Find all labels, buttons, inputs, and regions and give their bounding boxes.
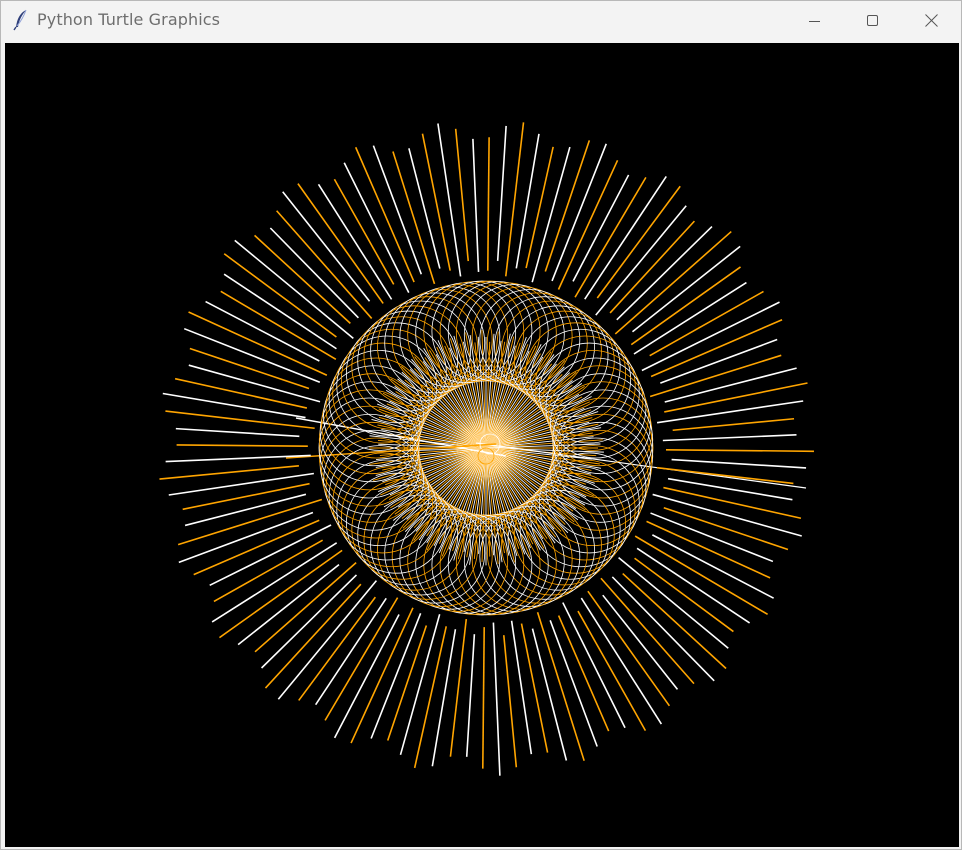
pen-stroke bbox=[481, 627, 486, 769]
pen-stroke bbox=[472, 138, 480, 273]
pen-stroke bbox=[646, 520, 771, 579]
pen-stroke bbox=[510, 620, 533, 755]
pen-stroke bbox=[454, 128, 470, 262]
pen-stroke bbox=[525, 146, 554, 269]
close-icon bbox=[924, 14, 938, 27]
pen-stroke bbox=[354, 146, 415, 283]
pen-stroke bbox=[421, 133, 451, 271]
pen-stroke bbox=[254, 234, 351, 324]
pen-stroke bbox=[562, 602, 626, 729]
pen-stroke bbox=[183, 327, 321, 384]
pen-stroke bbox=[544, 140, 591, 272]
pen-stroke bbox=[600, 577, 695, 685]
pen-stroke bbox=[298, 596, 377, 701]
pen-stroke bbox=[277, 580, 378, 700]
maximize-button[interactable] bbox=[844, 1, 902, 40]
pen-stroke bbox=[584, 175, 667, 300]
pen-stroke bbox=[370, 613, 422, 739]
turtle-canvas[interactable] bbox=[5, 43, 959, 847]
pen-stroke bbox=[165, 410, 315, 430]
minimize-button[interactable] bbox=[786, 1, 844, 40]
turtle-drawing bbox=[159, 122, 814, 776]
pen-circle bbox=[551, 381, 653, 483]
pen-stroke bbox=[664, 382, 808, 413]
pen-stroke bbox=[557, 159, 619, 290]
pen-stroke bbox=[611, 576, 715, 682]
pen-circle bbox=[551, 413, 653, 515]
pen-stroke bbox=[671, 458, 807, 469]
pen-stroke bbox=[176, 444, 308, 448]
title-bar[interactable]: Python Turtle Graphics bbox=[1, 1, 961, 40]
pen-stroke bbox=[269, 227, 359, 319]
pen-stroke bbox=[504, 122, 525, 277]
pen-stroke bbox=[175, 427, 300, 438]
pen-stroke bbox=[492, 622, 501, 776]
pen-stroke bbox=[650, 318, 783, 378]
pen-stroke bbox=[350, 607, 414, 744]
window-title: Python Turtle Graphics bbox=[37, 10, 221, 29]
pen-stroke bbox=[496, 125, 507, 261]
pen-stroke bbox=[205, 300, 320, 362]
pen-stroke bbox=[580, 597, 663, 725]
pen-stroke bbox=[343, 162, 410, 293]
pen-stroke bbox=[650, 512, 774, 563]
pen-stroke bbox=[449, 618, 468, 757]
pen-stroke bbox=[662, 434, 797, 442]
maximize-icon bbox=[867, 14, 878, 26]
pen-stroke bbox=[665, 448, 814, 453]
turtle-window: Python Turtle Graphics bbox=[0, 0, 962, 850]
pen-stroke bbox=[159, 464, 299, 480]
pen-stroke bbox=[520, 623, 549, 753]
pen-stroke bbox=[188, 311, 328, 376]
pen-stroke bbox=[465, 634, 476, 757]
pen-stroke bbox=[595, 205, 687, 316]
pen-stroke bbox=[636, 547, 751, 624]
pen-stroke bbox=[649, 354, 782, 398]
pen-stroke bbox=[652, 534, 774, 599]
pen-stroke bbox=[486, 137, 490, 271]
pen-stroke bbox=[182, 482, 310, 511]
pen-stroke bbox=[577, 610, 647, 731]
pen-stroke bbox=[209, 524, 332, 587]
pen-stroke bbox=[672, 417, 795, 432]
pen-stroke bbox=[551, 143, 608, 282]
pen-stroke bbox=[502, 635, 518, 768]
close-button[interactable] bbox=[902, 1, 960, 40]
pen-stroke bbox=[609, 220, 696, 314]
pen-stroke bbox=[572, 174, 630, 282]
pen-stroke bbox=[587, 590, 671, 707]
pen-stroke bbox=[211, 542, 338, 623]
feather-icon bbox=[13, 9, 27, 31]
pen-stroke bbox=[237, 564, 340, 646]
minimize-icon bbox=[809, 20, 820, 22]
pen-stroke bbox=[649, 290, 764, 357]
pen-stroke bbox=[213, 539, 324, 603]
pen-stroke bbox=[165, 454, 311, 463]
pen-stroke bbox=[392, 151, 436, 285]
pen-stroke bbox=[557, 615, 610, 732]
pen-stroke bbox=[333, 614, 400, 739]
pen-stroke bbox=[234, 239, 354, 339]
